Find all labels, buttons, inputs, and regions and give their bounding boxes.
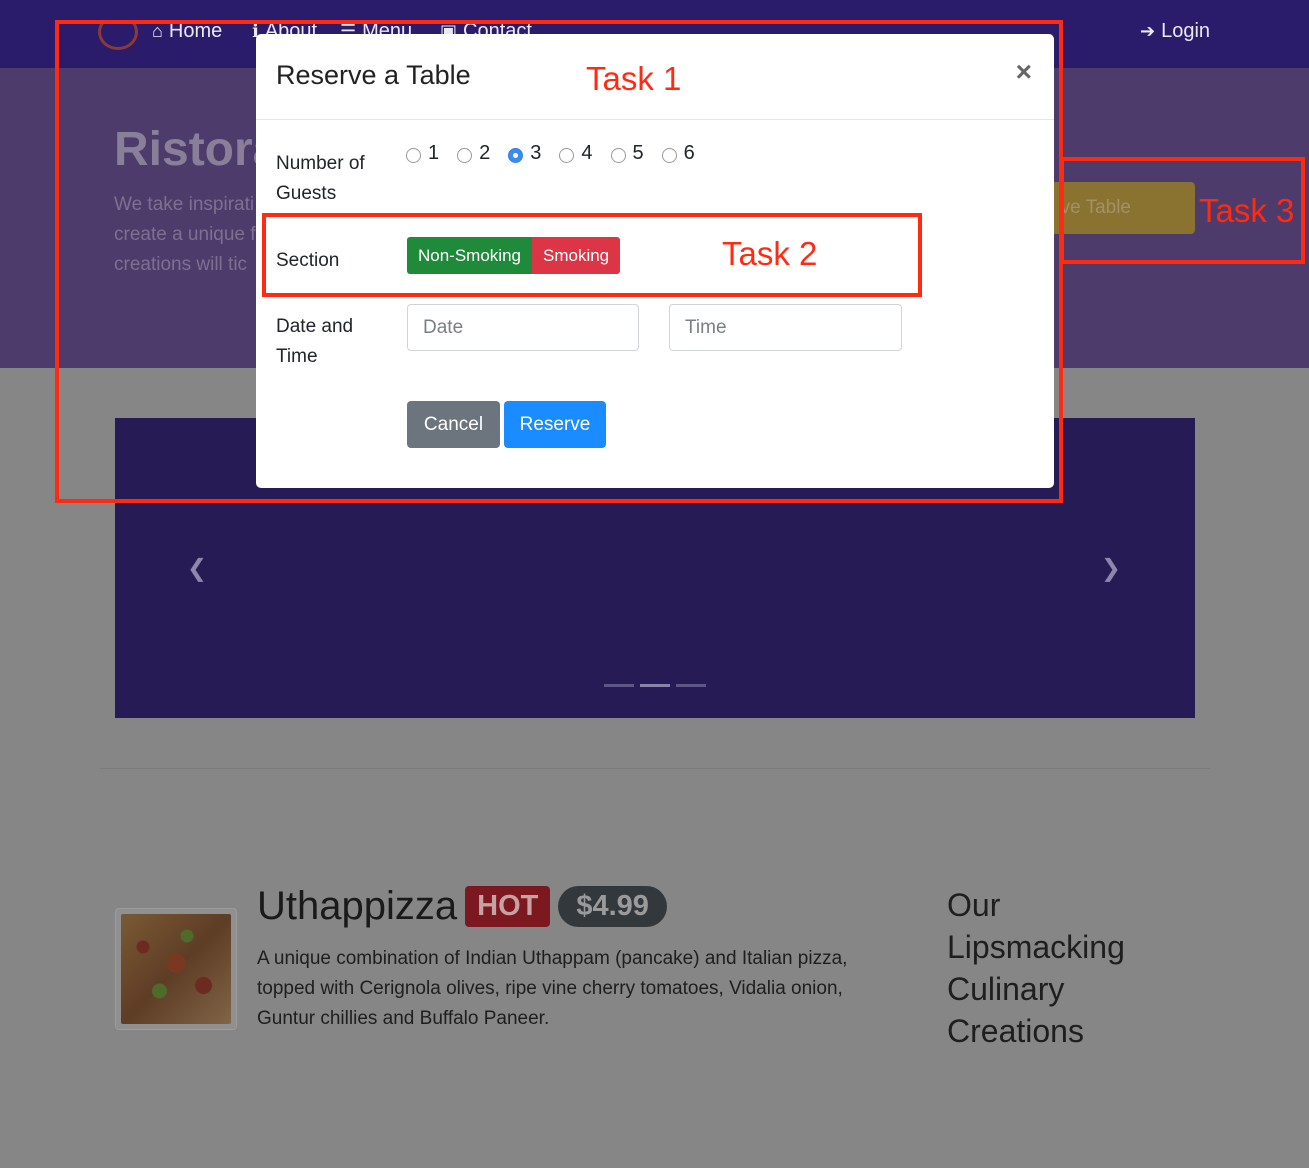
sign-in-icon: ➔ bbox=[1140, 21, 1156, 41]
dish-name: Uthappizza bbox=[257, 884, 458, 928]
task2-annotation-box bbox=[262, 213, 922, 297]
task2-annotation-label: Task 2 bbox=[722, 235, 818, 272]
hot-badge: HOT bbox=[465, 886, 551, 927]
dish-description: A unique combination of Indian Uthappam … bbox=[257, 948, 848, 1029]
carousel-indicator[interactable] bbox=[604, 684, 634, 687]
chevron-left-icon[interactable]: ❮ bbox=[187, 554, 207, 583]
carousel-indicator-active[interactable] bbox=[640, 684, 670, 687]
nav-login[interactable]: ➔ Login bbox=[1140, 20, 1210, 43]
divider bbox=[100, 768, 1210, 769]
price-badge: $4.99 bbox=[558, 886, 667, 927]
task3-annotation-label: Task 3 bbox=[1199, 192, 1295, 229]
task1-annotation-label: Task 1 bbox=[586, 60, 682, 97]
pizza-image bbox=[121, 914, 231, 1024]
carousel-indicators bbox=[604, 684, 706, 687]
nav-login-label: Login bbox=[1161, 20, 1211, 42]
chevron-right-icon[interactable]: ❯ bbox=[1101, 554, 1121, 583]
carousel-indicator[interactable] bbox=[676, 684, 706, 687]
side-heading: Our Lipsmacking Culinary Creations bbox=[947, 887, 1125, 1049]
dish-thumbnail bbox=[115, 908, 237, 1030]
dish-heading: Uthappizza HOT $4.99 bbox=[257, 884, 667, 929]
